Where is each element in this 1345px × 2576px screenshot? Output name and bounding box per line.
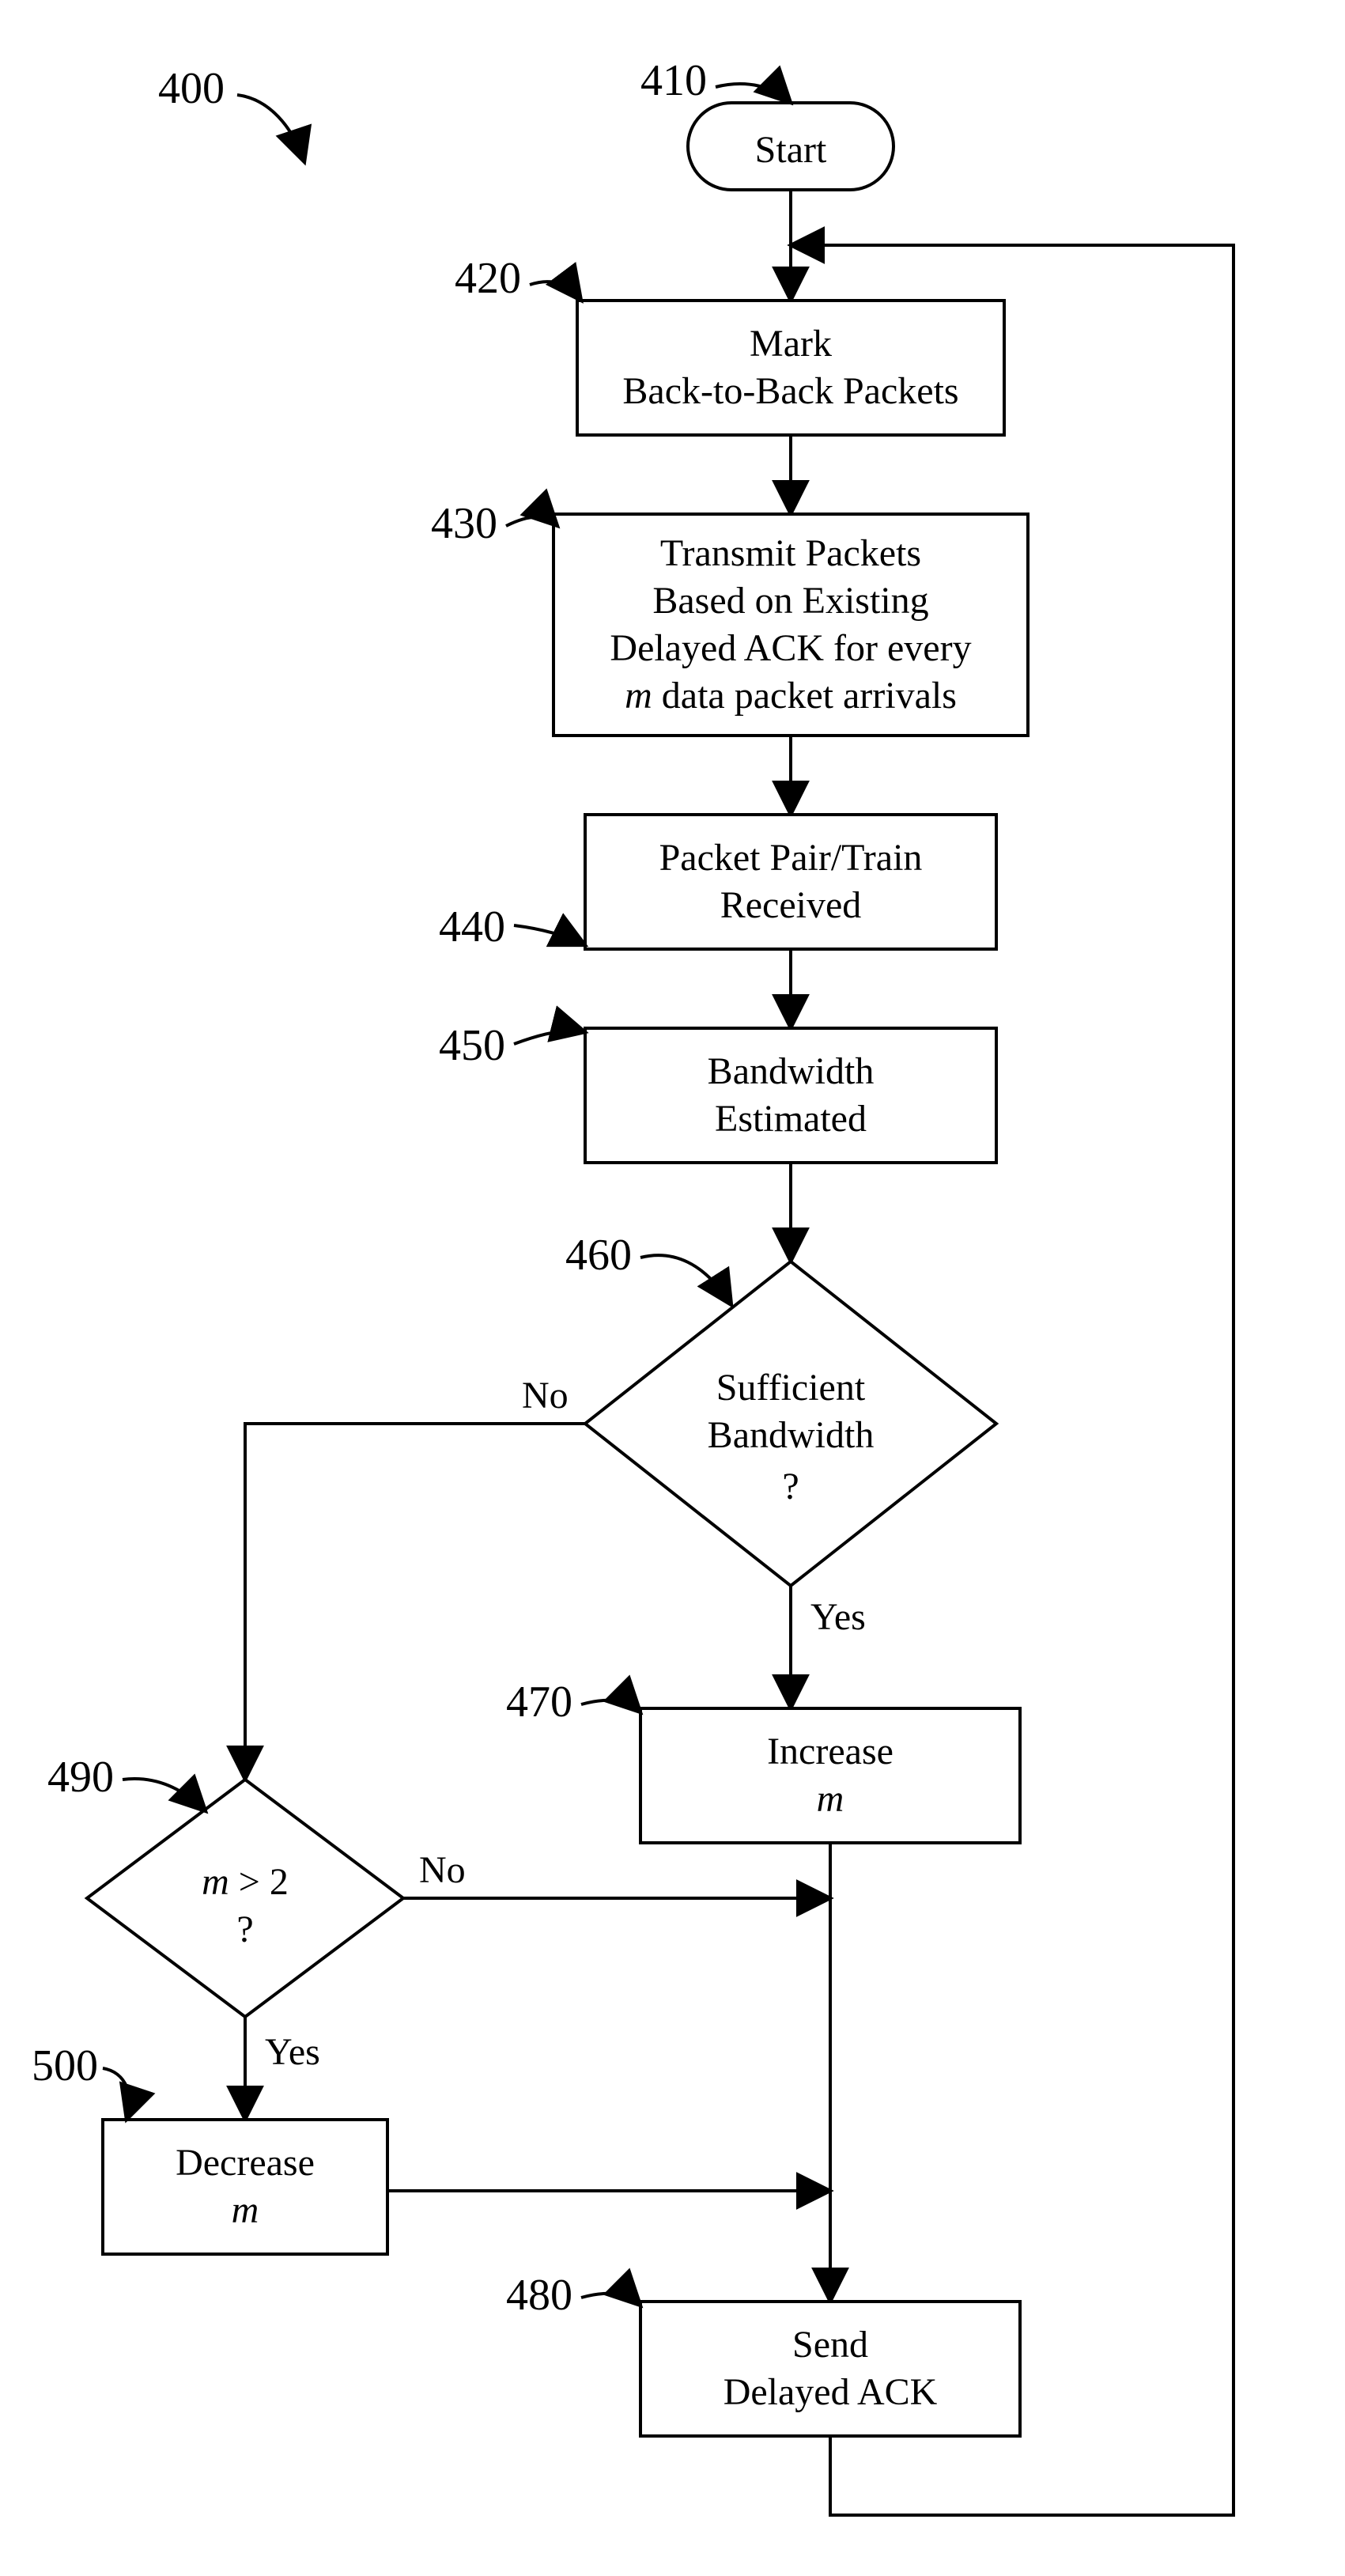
flowchart-diagram: 400 Start 410 Mark Back-to-Back Packets …: [0, 0, 1345, 2576]
ref-450-leader: [514, 1031, 585, 1044]
box-500: [103, 2120, 387, 2254]
decision-490-q: ?: [236, 1908, 253, 1950]
box-480-l1: Send: [792, 2324, 868, 2366]
ref-420: 420: [455, 254, 521, 303]
ref-490-leader: [123, 1779, 206, 1811]
box-470-l1: Increase: [767, 1731, 894, 1772]
box-480-l2: Delayed ACK: [724, 2371, 938, 2413]
ref-430-leader: [506, 517, 557, 526]
box-470: [640, 1708, 1020, 1843]
label-460-yes: Yes: [810, 1596, 866, 1638]
box-430-l3: Delayed ACK for every: [610, 627, 971, 669]
box-420: [577, 301, 1004, 435]
ref-440-leader: [514, 925, 585, 945]
box-450-l2: Estimated: [715, 1098, 867, 1140]
ref-420-leader: [530, 282, 581, 301]
ref-500-leader: [103, 2068, 130, 2120]
box-440: [585, 815, 996, 949]
ref-490: 490: [47, 1753, 114, 1802]
box-430-l1: Transmit Packets: [660, 532, 921, 574]
ref-400: 400: [158, 64, 225, 113]
decision-460-q: ?: [782, 1466, 799, 1507]
label-460-no: No: [522, 1375, 569, 1417]
box-500-m: m: [232, 2189, 259, 2231]
box-430-l2: Based on Existing: [652, 580, 928, 622]
decision-490-l1: m > 2: [202, 1861, 289, 1903]
ref-480-leader: [581, 2294, 640, 2306]
ref-410: 410: [640, 56, 707, 105]
ref-440: 440: [439, 902, 505, 951]
box-440-l2: Received: [720, 884, 862, 926]
box-440-l1: Packet Pair/Train: [659, 837, 923, 879]
ref-460-leader: [640, 1255, 731, 1305]
box-430-l4: m data packet arrivals: [625, 675, 957, 717]
label-490-no: No: [419, 1849, 466, 1891]
decision-460-l2: Bandwidth: [708, 1414, 875, 1456]
label-490-yes: Yes: [265, 2031, 320, 2073]
box-450: [585, 1028, 996, 1163]
ref-450: 450: [439, 1021, 505, 1070]
box-470-m: m: [817, 1778, 844, 1820]
ref-470: 470: [506, 1678, 572, 1727]
box-420-l2: Back-to-Back Packets: [622, 370, 958, 412]
box-420-l1: Mark: [750, 323, 832, 365]
box-450-l1: Bandwidth: [708, 1050, 875, 1092]
start-label: Start: [755, 129, 827, 171]
ref-400-leader: [237, 95, 304, 162]
box-480: [640, 2302, 1020, 2436]
decision-460-l1: Sufficient: [716, 1367, 866, 1409]
ref-480: 480: [506, 2271, 572, 2320]
ref-430: 430: [431, 499, 497, 548]
ref-500: 500: [32, 2041, 98, 2090]
ref-410-leader: [716, 84, 791, 103]
ref-470-leader: [581, 1700, 640, 1712]
ref-460: 460: [565, 1231, 632, 1280]
box-500-l1: Decrease: [176, 2142, 315, 2184]
